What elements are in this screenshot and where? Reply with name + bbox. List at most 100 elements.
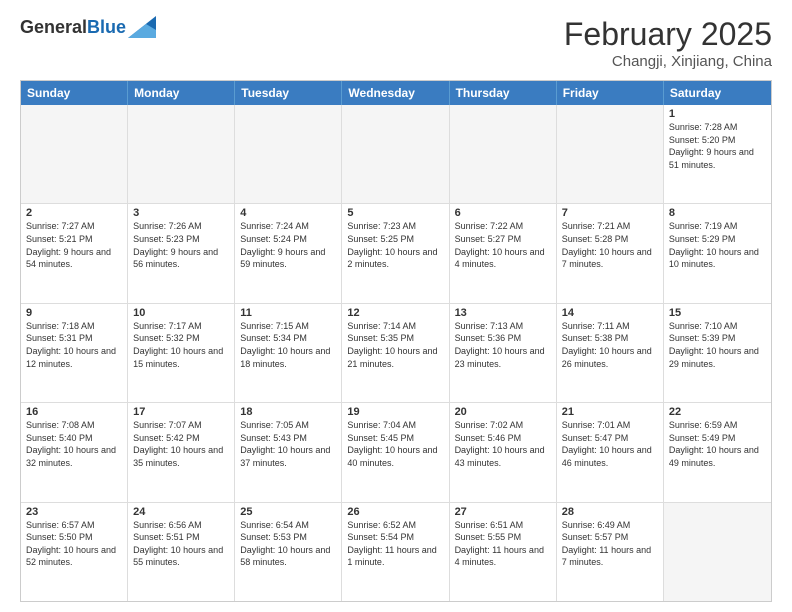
day-number: 3 [133,207,229,219]
day-number: 13 [455,307,551,319]
day-number: 20 [455,406,551,418]
day-number: 10 [133,307,229,319]
cal-cell-15: 15Sunrise: 7:10 AM Sunset: 5:39 PM Dayli… [664,304,771,402]
day-info: Sunrise: 6:54 AM Sunset: 5:53 PM Dayligh… [240,519,336,569]
day-info: Sunrise: 7:01 AM Sunset: 5:47 PM Dayligh… [562,419,658,469]
cal-cell-empty [21,105,128,203]
cal-header-sunday: Sunday [21,81,128,105]
day-info: Sunrise: 7:17 AM Sunset: 5:32 PM Dayligh… [133,320,229,370]
header: GeneralBlue February 2025 Changji, Xinji… [20,16,772,70]
location: Changji, Xinjiang, China [564,53,772,70]
day-number: 27 [455,506,551,518]
day-number: 12 [347,307,443,319]
day-info: Sunrise: 7:08 AM Sunset: 5:40 PM Dayligh… [26,419,122,469]
cal-week-1: 2Sunrise: 7:27 AM Sunset: 5:21 PM Daylig… [21,204,771,303]
day-number: 11 [240,307,336,319]
day-number: 23 [26,506,122,518]
day-number: 6 [455,207,551,219]
cal-cell-10: 10Sunrise: 7:17 AM Sunset: 5:32 PM Dayli… [128,304,235,402]
day-info: Sunrise: 7:11 AM Sunset: 5:38 PM Dayligh… [562,320,658,370]
logo-icon [128,16,156,38]
day-info: Sunrise: 7:04 AM Sunset: 5:45 PM Dayligh… [347,419,443,469]
cal-week-2: 9Sunrise: 7:18 AM Sunset: 5:31 PM Daylig… [21,304,771,403]
cal-cell-empty [557,105,664,203]
day-info: Sunrise: 7:14 AM Sunset: 5:35 PM Dayligh… [347,320,443,370]
day-info: Sunrise: 7:13 AM Sunset: 5:36 PM Dayligh… [455,320,551,370]
cal-cell-empty [235,105,342,203]
day-number: 22 [669,406,766,418]
cal-week-0: 1Sunrise: 7:28 AM Sunset: 5:20 PM Daylig… [21,105,771,204]
cal-cell-1: 1Sunrise: 7:28 AM Sunset: 5:20 PM Daylig… [664,105,771,203]
day-info: Sunrise: 6:49 AM Sunset: 5:57 PM Dayligh… [562,519,658,569]
cal-cell-13: 13Sunrise: 7:13 AM Sunset: 5:36 PM Dayli… [450,304,557,402]
day-number: 24 [133,506,229,518]
cal-cell-6: 6Sunrise: 7:22 AM Sunset: 5:27 PM Daylig… [450,204,557,302]
title-block: February 2025 Changji, Xinjiang, China [564,16,772,70]
cal-cell-3: 3Sunrise: 7:26 AM Sunset: 5:23 PM Daylig… [128,204,235,302]
day-number: 2 [26,207,122,219]
day-number: 17 [133,406,229,418]
cal-cell-empty [128,105,235,203]
cal-cell-14: 14Sunrise: 7:11 AM Sunset: 5:38 PM Dayli… [557,304,664,402]
cal-cell-17: 17Sunrise: 7:07 AM Sunset: 5:42 PM Dayli… [128,403,235,501]
cal-cell-4: 4Sunrise: 7:24 AM Sunset: 5:24 PM Daylig… [235,204,342,302]
month-year: February 2025 [564,16,772,53]
day-info: Sunrise: 7:28 AM Sunset: 5:20 PM Dayligh… [669,121,766,171]
page: GeneralBlue February 2025 Changji, Xinji… [0,0,792,612]
cal-header-saturday: Saturday [664,81,771,105]
day-number: 1 [669,108,766,120]
cal-cell-empty [450,105,557,203]
cal-header-tuesday: Tuesday [235,81,342,105]
day-info: Sunrise: 7:26 AM Sunset: 5:23 PM Dayligh… [133,220,229,270]
cal-header-wednesday: Wednesday [342,81,449,105]
day-info: Sunrise: 7:19 AM Sunset: 5:29 PM Dayligh… [669,220,766,270]
cal-cell-27: 27Sunrise: 6:51 AM Sunset: 5:55 PM Dayli… [450,503,557,601]
day-number: 26 [347,506,443,518]
day-info: Sunrise: 6:59 AM Sunset: 5:49 PM Dayligh… [669,419,766,469]
day-info: Sunrise: 7:24 AM Sunset: 5:24 PM Dayligh… [240,220,336,270]
cal-cell-empty [664,503,771,601]
day-number: 18 [240,406,336,418]
day-info: Sunrise: 7:15 AM Sunset: 5:34 PM Dayligh… [240,320,336,370]
cal-cell-28: 28Sunrise: 6:49 AM Sunset: 5:57 PM Dayli… [557,503,664,601]
cal-cell-5: 5Sunrise: 7:23 AM Sunset: 5:25 PM Daylig… [342,204,449,302]
cal-header-friday: Friday [557,81,664,105]
cal-cell-11: 11Sunrise: 7:15 AM Sunset: 5:34 PM Dayli… [235,304,342,402]
day-number: 7 [562,207,658,219]
day-info: Sunrise: 7:21 AM Sunset: 5:28 PM Dayligh… [562,220,658,270]
day-number: 14 [562,307,658,319]
day-info: Sunrise: 7:23 AM Sunset: 5:25 PM Dayligh… [347,220,443,270]
cal-cell-7: 7Sunrise: 7:21 AM Sunset: 5:28 PM Daylig… [557,204,664,302]
day-info: Sunrise: 6:56 AM Sunset: 5:51 PM Dayligh… [133,519,229,569]
day-info: Sunrise: 6:52 AM Sunset: 5:54 PM Dayligh… [347,519,443,569]
cal-cell-24: 24Sunrise: 6:56 AM Sunset: 5:51 PM Dayli… [128,503,235,601]
day-number: 8 [669,207,766,219]
day-number: 5 [347,207,443,219]
cal-header-thursday: Thursday [450,81,557,105]
cal-cell-25: 25Sunrise: 6:54 AM Sunset: 5:53 PM Dayli… [235,503,342,601]
day-number: 19 [347,406,443,418]
day-info: Sunrise: 7:02 AM Sunset: 5:46 PM Dayligh… [455,419,551,469]
cal-week-4: 23Sunrise: 6:57 AM Sunset: 5:50 PM Dayli… [21,503,771,601]
logo: GeneralBlue [20,16,156,38]
logo-general: GeneralBlue [20,18,126,36]
cal-cell-8: 8Sunrise: 7:19 AM Sunset: 5:29 PM Daylig… [664,204,771,302]
day-number: 21 [562,406,658,418]
day-info: Sunrise: 7:27 AM Sunset: 5:21 PM Dayligh… [26,220,122,270]
cal-cell-18: 18Sunrise: 7:05 AM Sunset: 5:43 PM Dayli… [235,403,342,501]
cal-cell-12: 12Sunrise: 7:14 AM Sunset: 5:35 PM Dayli… [342,304,449,402]
cal-week-3: 16Sunrise: 7:08 AM Sunset: 5:40 PM Dayli… [21,403,771,502]
cal-cell-22: 22Sunrise: 6:59 AM Sunset: 5:49 PM Dayli… [664,403,771,501]
cal-header-monday: Monday [128,81,235,105]
cal-cell-16: 16Sunrise: 7:08 AM Sunset: 5:40 PM Dayli… [21,403,128,501]
day-number: 15 [669,307,766,319]
cal-cell-23: 23Sunrise: 6:57 AM Sunset: 5:50 PM Dayli… [21,503,128,601]
cal-cell-26: 26Sunrise: 6:52 AM Sunset: 5:54 PM Dayli… [342,503,449,601]
day-number: 28 [562,506,658,518]
day-info: Sunrise: 7:07 AM Sunset: 5:42 PM Dayligh… [133,419,229,469]
day-info: Sunrise: 7:05 AM Sunset: 5:43 PM Dayligh… [240,419,336,469]
cal-cell-21: 21Sunrise: 7:01 AM Sunset: 5:47 PM Dayli… [557,403,664,501]
day-info: Sunrise: 7:18 AM Sunset: 5:31 PM Dayligh… [26,320,122,370]
day-number: 9 [26,307,122,319]
cal-cell-20: 20Sunrise: 7:02 AM Sunset: 5:46 PM Dayli… [450,403,557,501]
